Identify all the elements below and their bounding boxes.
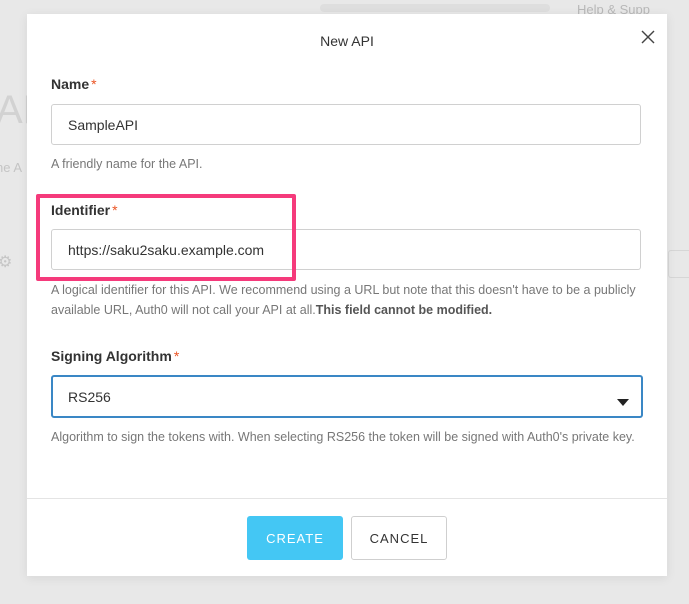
required-mark: * [91, 76, 97, 92]
footer-divider [27, 498, 667, 499]
required-mark: * [112, 202, 118, 218]
signing-algorithm-label: Signing Algorithm * [51, 348, 179, 364]
identifier-help-bold: This field cannot be modified. [315, 302, 493, 317]
cancel-button[interactable]: CANCEL [351, 516, 447, 560]
name-label: Name * [51, 76, 97, 92]
signing-algorithm-label-text: Signing Algorithm [51, 348, 172, 364]
dialog-title: New API [320, 33, 374, 49]
caret-down-icon [617, 393, 629, 411]
name-input[interactable] [51, 104, 641, 145]
identifier-label-text: Identifier [51, 202, 111, 218]
name-label-text: Name [51, 76, 90, 92]
new-api-dialog: New API Name* A friendly name for the AP… [27, 14, 667, 576]
signing-algorithm-value: RS256 [68, 389, 111, 405]
signing-algorithm-help-text: Algorithm to sign the tokens with. When … [51, 430, 635, 444]
identifier-label: Identifier * [51, 202, 118, 218]
identifier-help-text: A logical identifier for this API. We re… [51, 281, 651, 320]
name-help-text: A friendly name for the API. [51, 157, 203, 171]
signing-algorithm-select[interactable]: RS256 [51, 375, 643, 418]
create-button[interactable]: CREATE [247, 516, 343, 560]
gear-icon: ⚙ [0, 254, 13, 271]
close-icon[interactable] [639, 28, 657, 46]
background-topbar-element [320, 4, 550, 12]
identifier-input[interactable] [51, 229, 641, 270]
background-box [668, 250, 689, 278]
required-mark: * [173, 348, 180, 364]
background-page-subtitle: ne A [0, 160, 23, 175]
